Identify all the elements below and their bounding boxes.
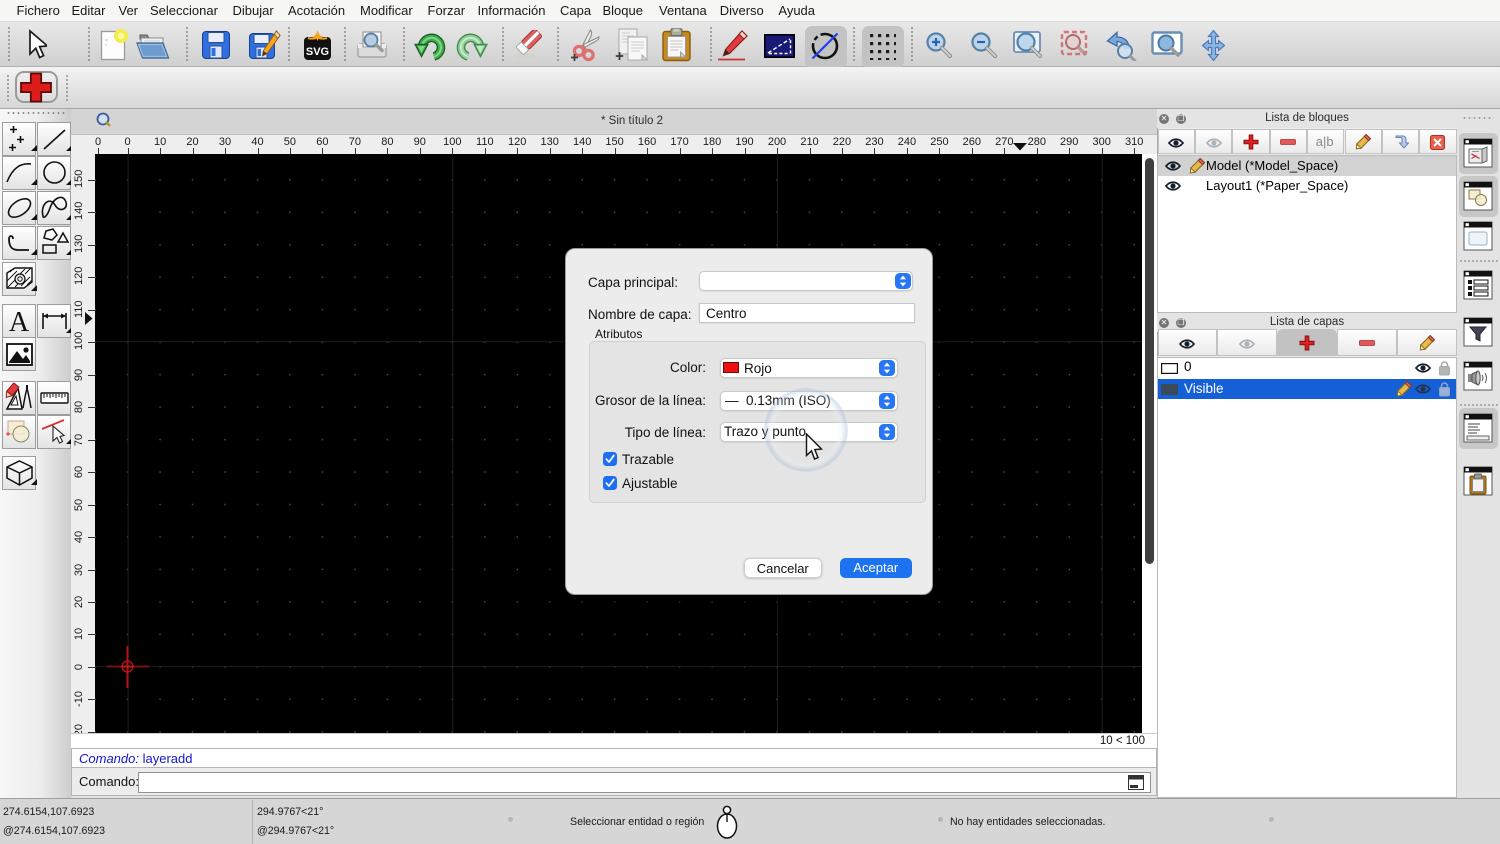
svg-text:SVG: SVG: [306, 46, 329, 58]
svg-text:A: A: [9, 307, 30, 338]
